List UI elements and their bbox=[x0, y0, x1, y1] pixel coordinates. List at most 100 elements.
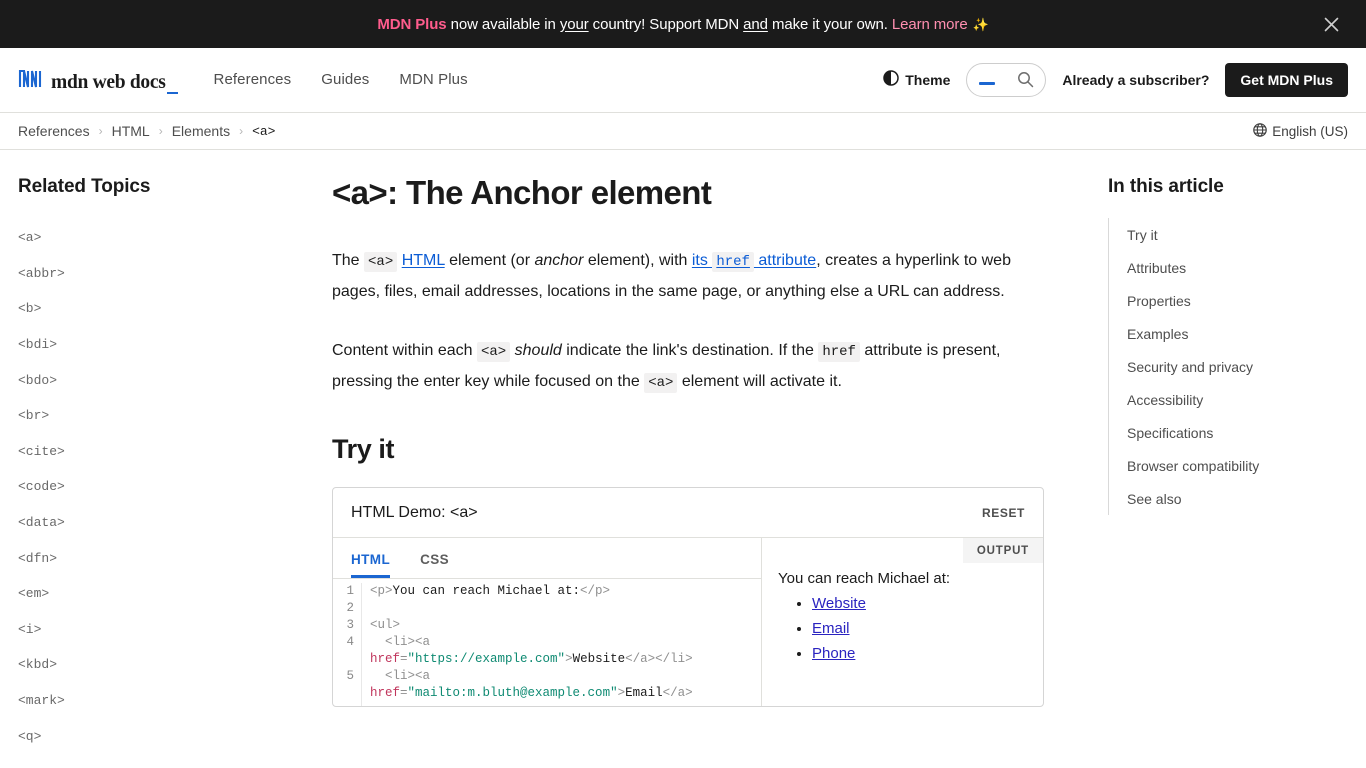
p1-em-anchor: anchor bbox=[534, 252, 584, 269]
sidebar-item-q[interactable]: <q> bbox=[18, 718, 300, 754]
output-link-phone[interactable]: Phone bbox=[812, 645, 855, 662]
sidebar-item-bdi[interactable]: <bdi> bbox=[18, 327, 300, 363]
breadcrumb-item-elements[interactable]: Elements bbox=[172, 123, 230, 139]
page-title: <a>: The Anchor element bbox=[332, 174, 712, 211]
toc-item-accessibility[interactable]: Accessibility bbox=[1127, 383, 1348, 416]
sidebar-item-cite[interactable]: <cite> bbox=[18, 434, 300, 470]
interactive-example-body: HTML CSS 1 2 3 4 5 <p>You can reach Mich… bbox=[333, 538, 1043, 706]
nav-item-mdn-plus[interactable]: MDN Plus bbox=[399, 71, 467, 88]
toc-item-specifications[interactable]: Specifications bbox=[1127, 416, 1348, 449]
sidebar-item-b[interactable]: <b> bbox=[18, 291, 300, 327]
nav-item-references[interactable]: References bbox=[214, 71, 292, 88]
theme-switcher-button[interactable]: Theme bbox=[883, 70, 950, 89]
code-link-text-website: Website bbox=[572, 652, 626, 666]
p2-text-4: element will activate it. bbox=[677, 373, 842, 390]
code-line-4: <li><a href="https://example.com">Website… bbox=[370, 634, 761, 668]
sidebar-item-data[interactable]: <data> bbox=[18, 505, 300, 541]
output-pane: OUTPUT You can reach Michael at: Website… bbox=[762, 538, 1043, 706]
breadcrumb-item-html[interactable]: HTML bbox=[112, 123, 150, 139]
breadcrumb-bar: References › HTML › Elements › <a> Engli… bbox=[0, 112, 1366, 150]
toc-item-see-also[interactable]: See also bbox=[1127, 482, 1348, 515]
line-number-wrap bbox=[333, 685, 354, 702]
sidebar-item-bdo[interactable]: <bdo> bbox=[18, 362, 300, 398]
get-mdn-plus-button[interactable]: Get MDN Plus bbox=[1225, 62, 1348, 97]
list-item: Email bbox=[812, 620, 1025, 637]
interactive-example-title: HTML Demo: <a> bbox=[351, 503, 478, 521]
line-number-gutter: 1 2 3 4 5 bbox=[333, 583, 362, 706]
p1-text-2: element (or bbox=[444, 252, 535, 269]
p1-code-href: href bbox=[712, 252, 754, 272]
toc-title: In this article bbox=[1108, 176, 1224, 197]
code-value-mailto: "mailto:m.bluth@example.com" bbox=[407, 686, 618, 700]
sidebar-item-br[interactable]: <br> bbox=[18, 398, 300, 434]
sidebar-item-kbd[interactable]: <kbd> bbox=[18, 647, 300, 683]
output-label: OUTPUT bbox=[962, 538, 1043, 563]
output-link-list: Website Email Phone bbox=[778, 595, 1025, 662]
code-line-5: <li><a href="mailto:m.bluth@example.com">… bbox=[370, 668, 761, 702]
toc-item-security-and-privacy[interactable]: Security and privacy bbox=[1127, 350, 1348, 383]
reset-button[interactable]: RESET bbox=[982, 506, 1025, 520]
globe-icon bbox=[1253, 122, 1268, 140]
p1-link-href-tail: attribute bbox=[753, 252, 817, 269]
search-cursor-indicator bbox=[979, 81, 996, 85]
page-layout: Related Topics <a> <abbr> <b> <bdi> <bdo… bbox=[0, 150, 1366, 767]
tab-html[interactable]: HTML bbox=[351, 552, 391, 578]
mdn-logo-mark-icon bbox=[18, 65, 44, 94]
sidebar-item-a[interactable]: <a> bbox=[18, 220, 300, 256]
toc-item-browser-compatibility[interactable]: Browser compatibility bbox=[1127, 449, 1348, 482]
code-close-1: </a></li> bbox=[625, 652, 693, 666]
sidebar-item-abbr[interactable]: <abbr> bbox=[18, 256, 300, 292]
breadcrumb-item-current: <a> bbox=[252, 123, 276, 139]
toc-item-attributes[interactable]: Attributes bbox=[1127, 251, 1348, 284]
sidebar-item-em[interactable]: <em> bbox=[18, 576, 300, 612]
p1-code-a: <a> bbox=[364, 252, 398, 272]
output-link-website[interactable]: Website bbox=[812, 595, 866, 612]
sidebar-item-mark[interactable]: <mark> bbox=[18, 683, 300, 719]
mdn-logo[interactable]: mdn web docs bbox=[18, 65, 177, 94]
code-gt-1: > bbox=[565, 652, 573, 666]
nav-item-guides[interactable]: Guides bbox=[321, 71, 369, 88]
line-number: 3 bbox=[346, 618, 354, 632]
intro-paragraph-2: Content within each <a> should indicate … bbox=[332, 336, 1047, 398]
toc-item-examples[interactable]: Examples bbox=[1127, 317, 1348, 350]
toc-item-try-it[interactable]: Try it bbox=[1127, 218, 1348, 251]
search-icon[interactable] bbox=[1017, 71, 1034, 88]
breadcrumb-separator: › bbox=[239, 124, 244, 138]
promo-learn-more-link[interactable]: Learn more bbox=[892, 16, 968, 33]
p1-link-href-attribute[interactable]: its href attribute bbox=[692, 252, 817, 272]
code-attr-href-1: href bbox=[370, 652, 401, 666]
line-number: 1 bbox=[346, 584, 354, 598]
primary-nav: References Guides MDN Plus bbox=[214, 71, 468, 88]
promo-underline-and: and bbox=[743, 15, 768, 33]
p2-code-a-1: <a> bbox=[476, 342, 511, 362]
code-tag-p-open: <p> bbox=[370, 584, 393, 598]
code-editor[interactable]: 1 2 3 4 5 <p>You can reach Michael at:</… bbox=[333, 578, 761, 706]
promo-brand: MDN Plus bbox=[377, 15, 447, 33]
p1-text-1: The bbox=[332, 252, 365, 269]
sidebar-item-dfn[interactable]: <dfn> bbox=[18, 540, 300, 576]
search-input[interactable] bbox=[966, 62, 1047, 97]
breadcrumb-item-references[interactable]: References bbox=[18, 123, 90, 139]
code-editor-pane: HTML CSS 1 2 3 4 5 <p>You can reach Mich… bbox=[333, 538, 762, 706]
output-link-email[interactable]: Email bbox=[812, 620, 850, 637]
editor-tabs: HTML CSS bbox=[333, 538, 761, 578]
header-actions: Theme Already a subscriber? Get MDN Plus bbox=[883, 62, 1348, 97]
promo-text-before: now available in bbox=[446, 15, 560, 33]
close-icon[interactable] bbox=[1318, 11, 1344, 37]
interactive-example-header: HTML Demo: <a> RESET bbox=[333, 488, 1043, 538]
related-topics-sidebar: Related Topics <a> <abbr> <b> <bdi> <bdo… bbox=[0, 150, 300, 767]
code-eq-1: = bbox=[400, 652, 408, 666]
p1-link-html[interactable]: HTML bbox=[402, 252, 445, 269]
sidebar-item-code[interactable]: <code> bbox=[18, 469, 300, 505]
line-number-wrap bbox=[333, 651, 354, 668]
p2-text-2: indicate the link's destination. If the bbox=[561, 342, 819, 359]
tab-css[interactable]: CSS bbox=[420, 552, 449, 578]
related-topics-list: <a> <abbr> <b> <bdi> <bdo> <br> <cite> <… bbox=[18, 220, 300, 754]
toc-item-properties[interactable]: Properties bbox=[1127, 284, 1348, 317]
toc-list: Try it Attributes Properties Examples Se… bbox=[1108, 218, 1348, 515]
code-link-text-email: Email bbox=[625, 686, 663, 700]
sidebar-item-i[interactable]: <i> bbox=[18, 612, 300, 648]
p2-code-href: href bbox=[818, 342, 860, 362]
already-subscriber-link[interactable]: Already a subscriber? bbox=[1062, 72, 1209, 88]
language-switcher[interactable]: English (US) bbox=[1253, 122, 1348, 140]
